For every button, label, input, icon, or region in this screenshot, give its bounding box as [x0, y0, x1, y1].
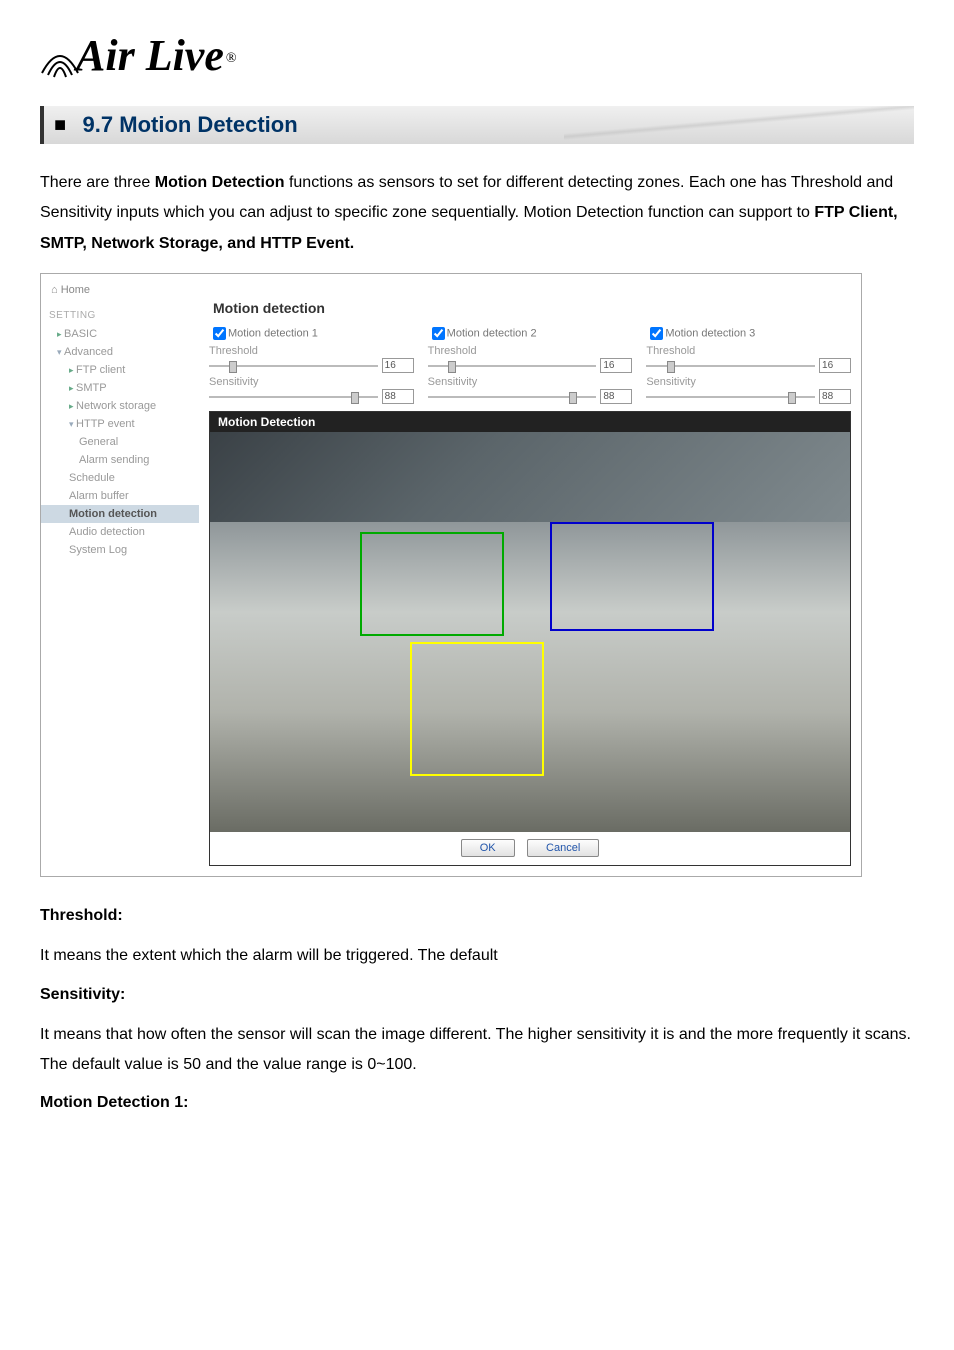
threshold-text: It means the extent which the alarm will… — [40, 941, 914, 971]
motion1-sensitivity-slider[interactable] — [209, 396, 378, 398]
motion-col-1: Motion detection 1 Threshold 16 Sensitiv… — [209, 324, 414, 407]
detection-zone-2[interactable] — [550, 522, 714, 631]
threshold-heading: Threshold: — [40, 907, 914, 925]
motion3-sensitivity-slider[interactable] — [646, 396, 815, 398]
sidebar-heading: SETTING — [41, 306, 199, 325]
motion3-threshold-slider[interactable] — [646, 365, 815, 367]
motion3-threshold-label: Threshold — [646, 345, 851, 357]
sidebar-item-smtp[interactable]: SMTP — [41, 379, 199, 397]
detection-zone-1[interactable] — [360, 532, 504, 636]
sidebar-item-motion-detection[interactable]: Motion detection — [41, 505, 199, 523]
motion3-threshold-value[interactable]: 16 — [819, 358, 851, 373]
ok-button[interactable]: OK — [461, 839, 515, 857]
motion1-threshold-label: Threshold — [209, 345, 414, 357]
motion3-label: Motion detection 3 — [665, 328, 755, 340]
sidebar-item-alarm-buffer[interactable]: Alarm buffer — [41, 487, 199, 505]
motion-col-3: Motion detection 3 Threshold 16 Sensitiv… — [646, 324, 851, 407]
motion1-heading: Motion Detection 1: — [40, 1094, 914, 1112]
motion1-sensitivity-value[interactable]: 88 — [382, 389, 414, 404]
sidebar-item-general[interactable]: General — [41, 433, 199, 451]
sidebar-item-schedule[interactable]: Schedule — [41, 469, 199, 487]
motion3-sensitivity-value[interactable]: 88 — [819, 389, 851, 404]
intro-bold-1: Motion Detection — [155, 174, 285, 191]
motion1-checkbox[interactable] — [213, 327, 226, 340]
motion3-sensitivity-label: Sensitivity — [646, 376, 851, 388]
motion1-threshold-slider[interactable] — [209, 365, 378, 367]
main-title: Motion detection — [209, 280, 851, 324]
registered-icon: ® — [226, 51, 237, 67]
section-title: 9.7 Motion Detection — [83, 112, 298, 137]
header-decoration — [564, 106, 914, 144]
motion1-label: Motion detection 1 — [228, 328, 318, 340]
motion2-label: Motion detection 2 — [447, 328, 537, 340]
motion2-sensitivity-value[interactable]: 88 — [600, 389, 632, 404]
sidebar-item-system-log[interactable]: System Log — [41, 541, 199, 559]
preview-ceiling — [210, 432, 850, 522]
wifi-arcs-icon — [40, 41, 80, 75]
logo: Air Live ® — [40, 30, 914, 81]
settings-ui-screenshot: Home SETTING BASIC Advanced FTP client S… — [40, 273, 862, 877]
intro-text-a: There are three — [40, 174, 155, 191]
sidebar-item-advanced[interactable]: Advanced — [41, 343, 199, 361]
cancel-button[interactable]: Cancel — [527, 839, 599, 857]
sidebar-item-ftp-client[interactable]: FTP client — [41, 361, 199, 379]
motion2-checkbox[interactable] — [432, 327, 445, 340]
motion2-threshold-value[interactable]: 16 — [600, 358, 632, 373]
sidebar-item-basic[interactable]: BASIC — [41, 325, 199, 343]
sidebar-item-audio-detection[interactable]: Audio detection — [41, 523, 199, 541]
intro-paragraph: There are three Motion Detection functio… — [40, 168, 914, 259]
preview-title: Motion Detection — [210, 412, 850, 432]
preview-panel: Motion Detection OK Cancel — [209, 411, 851, 866]
sensitivity-heading: Sensitivity: — [40, 986, 914, 1004]
motion1-threshold-value[interactable]: 16 — [382, 358, 414, 373]
sidebar-item-http-event[interactable]: HTTP event — [41, 415, 199, 433]
motion2-threshold-slider[interactable] — [428, 365, 597, 367]
main-panel: Motion detection Motion detection 1 Thre… — [199, 274, 861, 876]
sidebar: Home SETTING BASIC Advanced FTP client S… — [41, 274, 199, 876]
motion3-checkbox[interactable] — [650, 327, 663, 340]
sensitivity-text: It means that how often the sensor will … — [40, 1020, 914, 1081]
motion-col-2: Motion detection 2 Threshold 16 Sensitiv… — [428, 324, 633, 407]
sidebar-item-network-storage[interactable]: Network storage — [41, 397, 199, 415]
motion2-threshold-label: Threshold — [428, 345, 633, 357]
motion1-sensitivity-label: Sensitivity — [209, 376, 414, 388]
home-link[interactable]: Home — [41, 280, 199, 306]
detection-zone-3[interactable] — [410, 642, 544, 776]
sidebar-item-alarm-sending[interactable]: Alarm sending — [41, 451, 199, 469]
motion-settings-row: Motion detection 1 Threshold 16 Sensitiv… — [209, 324, 851, 407]
preview-buttons: OK Cancel — [210, 832, 850, 865]
logo-text: Air Live — [76, 30, 224, 81]
camera-preview[interactable] — [210, 432, 850, 832]
section-header: 9.7 Motion Detection — [40, 106, 914, 144]
motion2-sensitivity-label: Sensitivity — [428, 376, 633, 388]
motion2-sensitivity-slider[interactable] — [428, 396, 597, 398]
